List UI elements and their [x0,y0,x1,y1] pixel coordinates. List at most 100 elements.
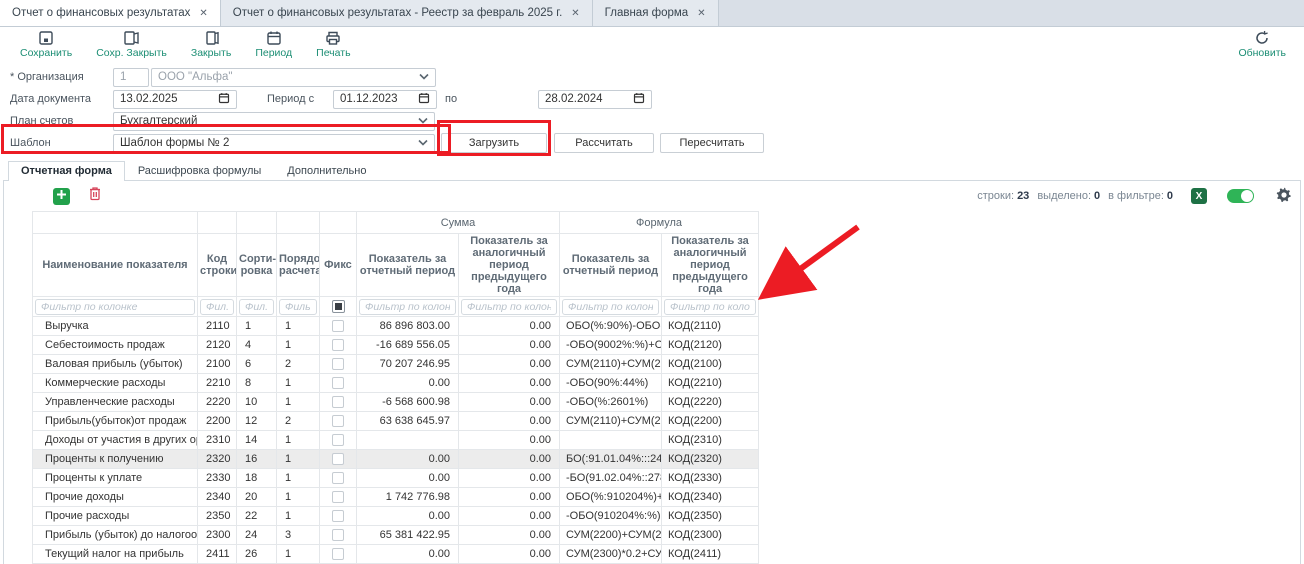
cell-sort[interactable]: 10 [237,393,277,412]
cell-sort[interactable]: 16 [237,450,277,469]
cell-name[interactable]: Прибыль(убыток)от продаж [33,412,198,431]
refresh-button[interactable]: Обновить [1226,27,1298,61]
cell-code[interactable]: 2120 [198,336,237,355]
cell-sort[interactable]: 1 [237,317,277,336]
cell-formula_prev[interactable]: КОД(2411) [662,545,759,564]
cell-name[interactable]: Проценты к уплате [33,469,198,488]
close-button[interactable]: Закрыть [179,27,243,61]
cell-formula_current[interactable]: СУМ(2300)*0.2+СУ... [560,545,662,564]
delete-row-button[interactable] [86,188,103,205]
cell-name[interactable]: Доходы от участия в других организаци... [33,431,198,450]
cell-sum_prev[interactable]: 0.00 [459,469,560,488]
organization-select[interactable]: ООО "Альфа" [151,68,436,87]
recalculate-button[interactable]: Пересчитать [660,133,764,153]
cell-sum_prev[interactable]: 0.00 [459,355,560,374]
export-excel-button[interactable]: X [1191,188,1207,204]
save-close-button[interactable]: Сохр. Закрыть [84,27,179,61]
col-header-sort[interactable]: Сорти-ровка [237,234,277,297]
cell-name[interactable]: Прочие расходы [33,507,198,526]
tab-financial-report[interactable]: Отчет о финансовых результатах ✕ [0,0,221,26]
fix-checkbox[interactable] [332,510,344,522]
cell-name[interactable]: Валовая прибыль (убыток) [33,355,198,374]
print-button[interactable]: Печать [304,27,362,61]
cell-sum_prev[interactable]: 0.00 [459,507,560,526]
load-button[interactable]: Загрузить [441,133,547,153]
period-from-field[interactable]: 01.12.2023 [333,90,437,109]
cell-sum_prev[interactable]: 0.00 [459,450,560,469]
cell-sum_current[interactable]: 0.00 [357,507,459,526]
cell-sum_current[interactable]: -16 689 556.05 [357,336,459,355]
cell-code[interactable]: 2210 [198,374,237,393]
cell-formula_current[interactable] [560,431,662,450]
fix-checkbox[interactable] [332,529,344,541]
fix-checkbox[interactable] [332,453,344,465]
period-to-field[interactable]: 28.02.2024 [538,90,652,109]
cell-sum_prev[interactable]: 0.00 [459,317,560,336]
chart-of-accounts-select[interactable]: Бухгалтерский [113,112,435,131]
fix-checkbox[interactable] [332,358,344,370]
cell-order[interactable]: 2 [277,412,320,431]
table-row[interactable]: Себестоимость продаж212041-16 689 556.05… [33,336,759,355]
cell-formula_prev[interactable]: КОД(2120) [662,336,759,355]
cell-order[interactable]: 1 [277,431,320,450]
cell-order[interactable]: 1 [277,317,320,336]
cell-order[interactable]: 1 [277,507,320,526]
cell-code[interactable]: 2411 [198,545,237,564]
fix-checkbox[interactable] [332,491,344,503]
cell-sum_prev[interactable]: 0.00 [459,336,560,355]
cell-order[interactable]: 1 [277,545,320,564]
filter-toggle[interactable] [1227,189,1254,203]
tab-financial-report-registry[interactable]: Отчет о финансовых результатах - Реестр … [221,0,593,26]
cell-formula_current[interactable]: -ОБО(%:2601%) [560,393,662,412]
cell-sum_current[interactable]: 65 381 422.95 [357,526,459,545]
cell-formula_current[interactable]: -ОБО(90%:44%) [560,374,662,393]
cell-sum_current[interactable]: 1 742 776.98 [357,488,459,507]
table-row[interactable]: Выручка21101186 896 803.000.00ОБО(%:90%)… [33,317,759,336]
cell-name[interactable]: Выручка [33,317,198,336]
fix-checkbox[interactable] [332,415,344,427]
col-header-sum-current[interactable]: Показатель за отчетный период [357,234,459,297]
cell-order[interactable]: 1 [277,393,320,412]
cell-formula_current[interactable]: -БО(91.02.04%::278... [560,469,662,488]
cell-order[interactable]: 1 [277,450,320,469]
cell-formula_prev[interactable]: КОД(2200) [662,412,759,431]
cell-formula_current[interactable]: ОБО(%:90%)-ОБО(9... [560,317,662,336]
cell-code[interactable]: 2300 [198,526,237,545]
chevron-down-icon[interactable] [418,137,428,149]
cell-order[interactable]: 1 [277,488,320,507]
cell-name[interactable]: Себестоимость продаж [33,336,198,355]
cell-formula_prev[interactable]: КОД(2300) [662,526,759,545]
doc-date-field[interactable]: 13.02.2025 [113,90,237,109]
cell-formula_current[interactable]: БО(:91.01.04%:::245... [560,450,662,469]
cell-sum_prev[interactable]: 0.00 [459,488,560,507]
cell-formula_prev[interactable]: КОД(2350) [662,507,759,526]
fix-checkbox[interactable] [332,472,344,484]
fix-checkbox[interactable] [332,434,344,446]
cell-code[interactable]: 2320 [198,450,237,469]
fix-checkbox[interactable] [332,339,344,351]
cell-fix[interactable] [320,545,357,564]
cell-name[interactable]: Управленческие расходы [33,393,198,412]
cell-formula_current[interactable]: СУМ(2200)+СУМ(23... [560,526,662,545]
close-icon[interactable]: ✕ [697,8,705,19]
table-row[interactable]: Прибыль(убыток)от продаж220012263 638 64… [33,412,759,431]
cell-sum_prev[interactable]: 0.00 [459,431,560,450]
cell-code[interactable]: 2350 [198,507,237,526]
cell-name[interactable]: Текущий налог на прибыль [33,545,198,564]
table-row[interactable]: Проценты к получению23201610.000.00БО(:9… [33,450,759,469]
cell-formula_current[interactable]: СУМ(2110)+СУМ(21... [560,355,662,374]
calendar-icon[interactable] [218,92,230,107]
table-row[interactable]: Коммерческие расходы2210810.000.00-ОБО(9… [33,374,759,393]
col-header-name[interactable]: Наименование показателя [33,234,198,297]
cell-code[interactable]: 2310 [198,431,237,450]
col-header-code[interactable]: Код строки [198,234,237,297]
cell-code[interactable]: 2330 [198,469,237,488]
cell-code[interactable]: 2220 [198,393,237,412]
cell-sum_prev[interactable]: 0.00 [459,393,560,412]
filter-code-input[interactable] [200,299,234,315]
cell-fix[interactable] [320,317,357,336]
cell-sum_current[interactable]: -6 568 600.98 [357,393,459,412]
filter-sum-prev-input[interactable] [461,299,557,315]
cell-formula_prev[interactable]: КОД(2330) [662,469,759,488]
cell-sort[interactable]: 22 [237,507,277,526]
